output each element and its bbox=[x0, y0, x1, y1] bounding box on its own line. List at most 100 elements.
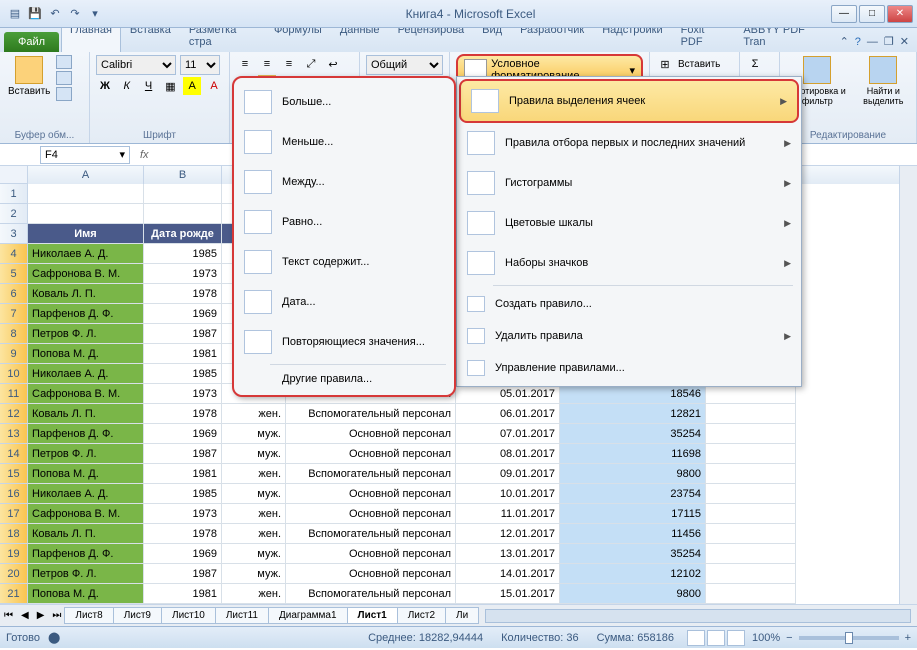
sheet-tab[interactable]: Лист2 bbox=[397, 607, 446, 624]
row-header[interactable]: 5 bbox=[0, 264, 28, 284]
cell[interactable] bbox=[706, 584, 796, 604]
cell[interactable]: муж. bbox=[222, 444, 286, 464]
view-layout-button[interactable] bbox=[707, 630, 725, 646]
find-select-button[interactable]: Найти и выделить bbox=[857, 54, 910, 108]
cell[interactable] bbox=[706, 484, 796, 504]
sheet-tab[interactable]: Лист9 bbox=[113, 607, 162, 624]
cell[interactable] bbox=[706, 404, 796, 424]
row-header[interactable]: 8 bbox=[0, 324, 28, 344]
cell[interactable]: 1985 bbox=[144, 484, 222, 504]
sheet-nav-first-icon[interactable]: ⏮ bbox=[0, 610, 17, 621]
cell[interactable]: 12102 bbox=[560, 564, 706, 584]
cell[interactable]: 9800 bbox=[560, 584, 706, 604]
view-normal-button[interactable] bbox=[687, 630, 705, 646]
excel-icon[interactable]: ▤ bbox=[6, 5, 24, 23]
cell[interactable]: Вспомогательный персонал bbox=[286, 524, 456, 544]
bold-button[interactable]: Ж bbox=[96, 77, 114, 95]
cell[interactable] bbox=[706, 544, 796, 564]
cell[interactable]: Попова М. Д. bbox=[28, 344, 144, 364]
cell[interactable]: 1969 bbox=[144, 544, 222, 564]
cell[interactable]: 07.01.2017 bbox=[456, 424, 560, 444]
wrap-text-button[interactable]: ↩ bbox=[324, 55, 342, 73]
row-header[interactable]: 1 bbox=[0, 184, 28, 204]
file-tab[interactable]: Файл bbox=[4, 32, 59, 52]
cell[interactable]: Основной персонал bbox=[286, 504, 456, 524]
manage-rules-item[interactable]: Управление правилами... bbox=[457, 352, 801, 384]
sheet-tab[interactable]: Лист10 bbox=[161, 607, 216, 624]
cell[interactable] bbox=[28, 184, 144, 204]
cell[interactable]: 1969 bbox=[144, 424, 222, 444]
cell[interactable]: муж. bbox=[222, 424, 286, 444]
font-color-button[interactable]: A bbox=[205, 77, 223, 95]
macro-record-icon[interactable]: ⬤ bbox=[48, 631, 60, 644]
cell[interactable]: муж. bbox=[222, 544, 286, 564]
cf-category-item[interactable]: Гистограммы▶ bbox=[457, 163, 801, 203]
cell[interactable]: 12821 bbox=[560, 404, 706, 424]
font-size-select[interactable]: 11 bbox=[180, 55, 220, 75]
sheet-nav-last-icon[interactable]: ⏭ bbox=[48, 610, 65, 621]
cf-category-item[interactable]: Правила отбора первых и последних значен… bbox=[457, 123, 801, 163]
close-button[interactable]: ✕ bbox=[887, 5, 913, 23]
cell[interactable]: 11456 bbox=[560, 524, 706, 544]
cell[interactable] bbox=[144, 204, 222, 224]
cell[interactable]: Коваль Л. П. bbox=[28, 524, 144, 544]
cell[interactable]: 1987 bbox=[144, 444, 222, 464]
redo-icon[interactable]: ↷ bbox=[66, 5, 84, 23]
cell[interactable]: 08.01.2017 bbox=[456, 444, 560, 464]
cell[interactable]: 1987 bbox=[144, 324, 222, 344]
row-header[interactable]: 2 bbox=[0, 204, 28, 224]
highlight-cells-rules-item[interactable]: Правила выделения ячеек ▶ bbox=[459, 79, 799, 123]
cell[interactable]: Попова М. Д. bbox=[28, 584, 144, 604]
row-header[interactable]: 18 bbox=[0, 524, 28, 544]
cell[interactable]: жен. bbox=[222, 464, 286, 484]
rule-item[interactable]: Текст содержит... bbox=[234, 242, 454, 282]
cell[interactable]: 1981 bbox=[144, 344, 222, 364]
cell[interactable]: 1978 bbox=[144, 524, 222, 544]
align-top-button[interactable]: ≡ bbox=[236, 55, 254, 73]
cell[interactable]: 1973 bbox=[144, 504, 222, 524]
row-header[interactable]: 11 bbox=[0, 384, 28, 404]
maximize-button[interactable]: □ bbox=[859, 5, 885, 23]
cell[interactable]: Сафронова В. М. bbox=[28, 264, 144, 284]
cell[interactable] bbox=[144, 184, 222, 204]
cell[interactable]: 35254 bbox=[560, 544, 706, 564]
new-rule-item[interactable]: Создать правило... bbox=[457, 288, 801, 320]
cell[interactable]: жен. bbox=[222, 584, 286, 604]
cf-category-item[interactable]: Наборы значков▶ bbox=[457, 243, 801, 283]
cell[interactable]: 13.01.2017 bbox=[456, 544, 560, 564]
row-header[interactable]: 19 bbox=[0, 544, 28, 564]
cell[interactable]: 1987 bbox=[144, 564, 222, 584]
cell[interactable]: жен. bbox=[222, 524, 286, 544]
cell[interactable]: 9800 bbox=[560, 464, 706, 484]
cell[interactable]: Вспомогательный персонал bbox=[286, 464, 456, 484]
cell[interactable]: Вспомогательный персонал bbox=[286, 584, 456, 604]
cell[interactable]: 06.01.2017 bbox=[456, 404, 560, 424]
autosum-button[interactable]: Σ bbox=[746, 55, 764, 73]
copy-icon[interactable] bbox=[56, 71, 72, 85]
cell[interactable]: Сафронова В. М. bbox=[28, 384, 144, 404]
orientation-button[interactable]: ⤢ bbox=[302, 55, 320, 73]
zoom-in-button[interactable]: + bbox=[905, 632, 911, 644]
row-header[interactable]: 17 bbox=[0, 504, 28, 524]
sheet-nav-next-icon[interactable]: ▶ bbox=[33, 610, 49, 621]
row-header[interactable]: 4 bbox=[0, 244, 28, 264]
cell[interactable]: Основной персонал bbox=[286, 444, 456, 464]
cell[interactable]: 15.01.2017 bbox=[456, 584, 560, 604]
align-bottom-button[interactable]: ≡ bbox=[280, 55, 298, 73]
cell[interactable]: Коваль Л. П. bbox=[28, 404, 144, 424]
rule-item[interactable]: Дата... bbox=[234, 282, 454, 322]
sheet-nav-prev-icon[interactable]: ◀ bbox=[17, 610, 33, 621]
cell[interactable]: Парфенов Д. Ф. bbox=[28, 304, 144, 324]
sheet-tab[interactable]: Лист1 bbox=[347, 607, 398, 624]
row-header[interactable]: 9 bbox=[0, 344, 28, 364]
cell[interactable]: Имя bbox=[28, 224, 144, 244]
cell[interactable] bbox=[706, 524, 796, 544]
vertical-scrollbar[interactable] bbox=[899, 166, 917, 604]
format-painter-icon[interactable] bbox=[56, 87, 72, 101]
cell[interactable]: 1985 bbox=[144, 364, 222, 384]
name-box[interactable]: F4▾ bbox=[40, 146, 130, 164]
cell[interactable]: 11.01.2017 bbox=[456, 504, 560, 524]
cell[interactable]: Николаев А. Д. bbox=[28, 244, 144, 264]
cell[interactable]: муж. bbox=[222, 484, 286, 504]
cell[interactable] bbox=[706, 384, 796, 404]
